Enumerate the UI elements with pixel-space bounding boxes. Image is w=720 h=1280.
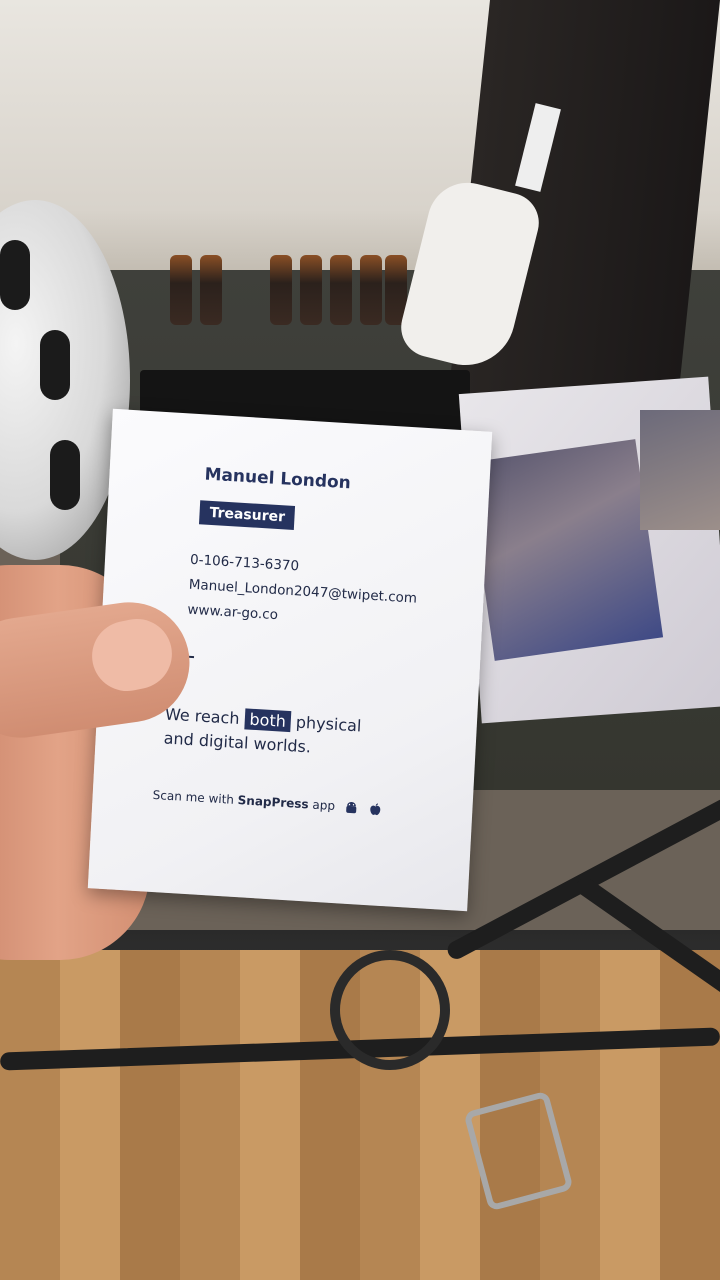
bottle xyxy=(330,255,352,325)
bike-crank xyxy=(330,950,450,1070)
scan-suffix: app xyxy=(312,797,336,814)
magazine-photo xyxy=(640,410,720,530)
bottle xyxy=(170,255,192,325)
scan-app-name: SnapPress xyxy=(237,793,310,812)
tagline-highlight: both xyxy=(244,708,292,733)
tagline-after: physical xyxy=(295,712,362,736)
bottle xyxy=(300,255,322,325)
helmet-vent xyxy=(40,330,70,400)
tagline-line2: and digital worlds. xyxy=(163,728,312,757)
card-website: www.ar-go.co xyxy=(187,601,279,624)
magazine-photo xyxy=(466,439,664,661)
card-title-badge: Treasurer xyxy=(198,500,296,531)
card-email: Manuel_London2047@twipet.com xyxy=(188,576,418,607)
helmet-vent xyxy=(50,440,80,510)
helmet-vent xyxy=(0,240,30,310)
scan-instruction: Scan me with SnapPress app xyxy=(152,788,383,817)
apple-icon xyxy=(368,802,383,817)
card-name: Manuel London xyxy=(204,464,352,494)
card-phone: 0-106-713-6370 xyxy=(189,551,300,575)
scan-prefix: Scan me with xyxy=(152,787,235,807)
bottle xyxy=(200,255,222,325)
photo-scene: Manuel London Treasurer 0-106-713-6370 M… xyxy=(0,0,720,1280)
bottle xyxy=(270,255,292,325)
card-tagline: We reach both physical and digital world… xyxy=(163,702,362,762)
bottle xyxy=(360,255,382,325)
bottles xyxy=(170,255,410,325)
tagline-before: We reach xyxy=(164,704,240,729)
android-icon xyxy=(344,800,359,815)
